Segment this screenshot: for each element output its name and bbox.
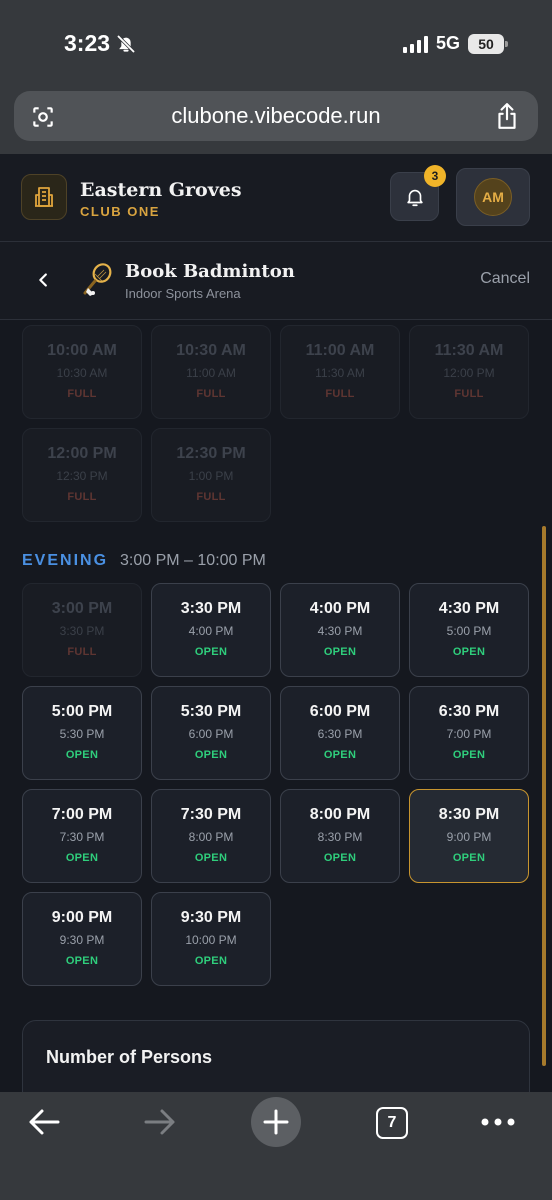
cancel-button[interactable]: Cancel: [480, 270, 530, 288]
status-bar: 3:23 5G 50: [0, 0, 552, 88]
time-slot[interactable]: 11:30 AM 12:00 PM FULL: [409, 325, 529, 419]
page-title: Book Badminton: [125, 261, 295, 282]
bell-icon: [406, 189, 423, 206]
time-slot[interactable]: 9:30 PM 10:00 PM OPEN: [151, 892, 271, 986]
time-slot[interactable]: 9:00 PM 9:30 PM OPEN: [22, 892, 142, 986]
club-name: Eastern Groves: [80, 179, 242, 201]
time-slot[interactable]: 6:30 PM 7:00 PM OPEN: [409, 686, 529, 780]
time-slot-selected[interactable]: 8:30 PM 9:00 PM OPEN: [409, 789, 529, 883]
time-slot[interactable]: 10:00 AM 10:30 AM FULL: [22, 325, 142, 419]
more-icon: [481, 1118, 515, 1126]
time-slot[interactable]: 7:00 PM 7:30 PM OPEN: [22, 789, 142, 883]
booking-header: Book Badminton Indoor Sports Arena Cance…: [0, 242, 552, 320]
section-time-range: 3:00 PM – 10:00 PM: [120, 552, 266, 569]
chevron-left-icon[interactable]: [33, 269, 55, 291]
persons-title: Number of Persons: [46, 1047, 213, 1067]
app-header: Eastern Groves CLUB ONE 3 AM: [0, 154, 552, 242]
notifications-button[interactable]: 3: [390, 165, 446, 221]
avatar: AM: [474, 178, 512, 216]
time-slot[interactable]: 4:00 PM 4:30 PM OPEN: [280, 583, 400, 677]
tabs-button[interactable]: 7: [376, 1107, 408, 1139]
back-button[interactable]: [22, 1100, 66, 1144]
profile-button[interactable]: AM: [456, 168, 530, 226]
forward-button[interactable]: [138, 1100, 182, 1144]
address-bar[interactable]: clubone.vibecode.run: [14, 91, 538, 141]
browser-toolbar: 7: [0, 1092, 552, 1200]
new-tab-button[interactable]: [251, 1097, 301, 1147]
more-button[interactable]: [478, 1100, 518, 1144]
time-slot[interactable]: 3:00 PM 3:30 PM FULL: [22, 583, 142, 677]
url-text[interactable]: clubone.vibecode.run: [171, 103, 380, 129]
venue-name: Indoor Sports Arena: [125, 286, 241, 301]
network-type: 5G: [435, 33, 460, 53]
time-slot[interactable]: 10:30 AM 11:00 AM FULL: [151, 325, 271, 419]
status-indicators: 5G 50: [402, 33, 508, 54]
signal-icon: [402, 35, 428, 53]
time-slot[interactable]: 7:30 PM 8:00 PM OPEN: [151, 789, 271, 883]
persons-card: Number of Persons: [22, 1020, 530, 1092]
browser-chrome: clubone.vibecode.run: [0, 88, 552, 154]
page-tools-icon[interactable]: [30, 104, 56, 130]
battery-level: 50: [478, 35, 494, 52]
evening-slot-grid: 3:00 PM 3:30 PM FULL 3:30 PM 4:00 PM OPEN 4:…: [22, 583, 529, 986]
time-slot[interactable]: 11:00 AM 11:30 AM FULL: [280, 325, 400, 419]
time-slot[interactable]: 5:30 PM 6:00 PM OPEN: [151, 686, 271, 780]
time-slot[interactable]: 3:30 PM 4:00 PM OPEN: [151, 583, 271, 677]
clock: 3:23: [64, 30, 111, 56]
time-slot[interactable]: 4:30 PM 5:00 PM OPEN: [409, 583, 529, 677]
section-name: EVENING: [22, 552, 109, 569]
time-slot[interactable]: 8:00 PM 8:30 PM OPEN: [280, 789, 400, 883]
time-slot[interactable]: 5:00 PM 5:30 PM OPEN: [22, 686, 142, 780]
arrow-right-icon: [144, 1109, 175, 1135]
tab-count: 7: [387, 1114, 397, 1131]
club-subtitle: CLUB ONE: [80, 204, 160, 219]
battery-icon: 50: [468, 33, 508, 54]
time-slot[interactable]: 12:00 PM 12:30 PM FULL: [22, 428, 142, 522]
scrollbar[interactable]: [542, 526, 546, 1066]
time-slot[interactable]: 6:00 PM 6:30 PM OPEN: [280, 686, 400, 780]
plus-icon: [263, 1109, 289, 1135]
building-icon: [21, 174, 67, 220]
evening-section-header: EVENING 3:00 PM – 10:00 PM: [22, 552, 266, 570]
badminton-racket-icon: [83, 263, 112, 296]
arrow-left-icon: [29, 1109, 60, 1135]
share-icon[interactable]: [494, 102, 520, 130]
bell-slash-icon: [116, 34, 136, 53]
notification-badge: 3: [424, 165, 446, 187]
time-slot[interactable]: 12:30 PM 1:00 PM FULL: [151, 428, 271, 522]
status-time: 3:23: [64, 30, 136, 57]
afternoon-slot-grid: 10:00 AM 10:30 AM FULL 10:30 AM 11:00 AM FUL…: [22, 325, 529, 522]
slot-list[interactable]: 10:00 AM 10:30 AM FULL 10:30 AM 11:00 AM FUL…: [0, 320, 552, 1092]
